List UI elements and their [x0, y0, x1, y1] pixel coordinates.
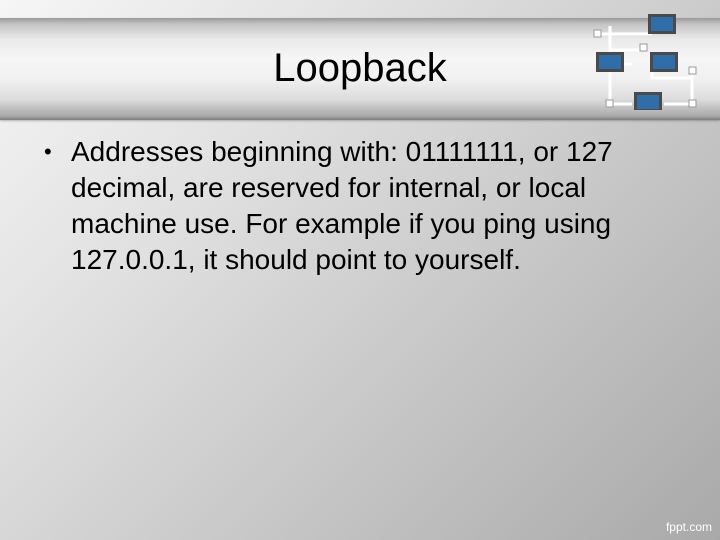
network-diagram-icon — [593, 14, 697, 110]
bullet-text: Addresses beginning with: 01111111, or 1… — [71, 136, 613, 275]
slide: Loopback • Addresses beginning with: 011… — [0, 0, 720, 540]
bullet-item: • Addresses beginning with: 01111111, or… — [44, 134, 684, 278]
slide-body: • Addresses beginning with: 01111111, or… — [44, 134, 684, 278]
bullet-symbol: • — [44, 139, 52, 164]
watermark-text: fppt.com — [665, 520, 712, 534]
